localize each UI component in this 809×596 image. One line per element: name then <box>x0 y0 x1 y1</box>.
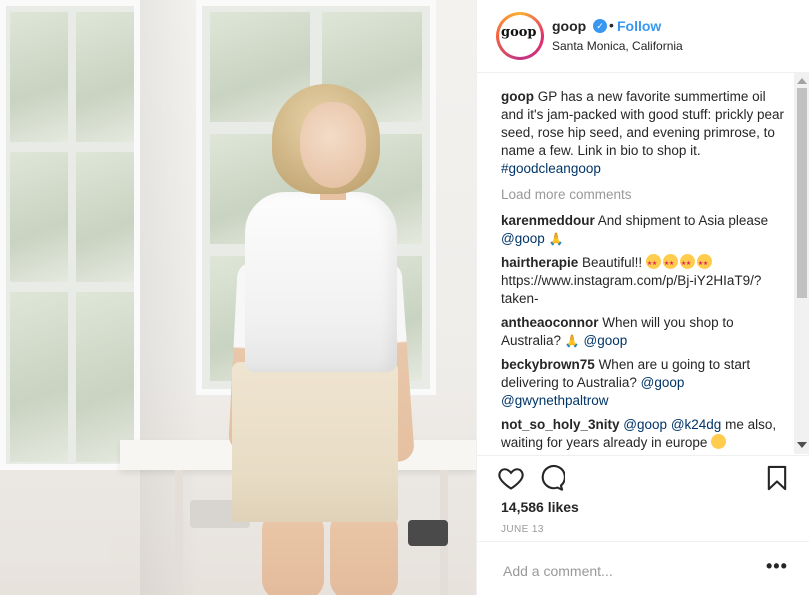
comment-icon[interactable] <box>537 464 565 492</box>
comment-item: not_so_holy_3nity @goop @k24dg me also, … <box>501 416 786 452</box>
load-more-comments-button[interactable]: Load more comments <box>501 186 786 204</box>
add-comment-section: ••• <box>477 541 809 596</box>
comment-item: karenmeddour And shipment to Asia please… <box>501 212 786 248</box>
post-photo[interactable] <box>0 0 476 595</box>
comment-username[interactable]: karenmeddour <box>501 213 595 228</box>
figure-leg <box>262 510 324 595</box>
crying-emoji <box>711 434 727 449</box>
avatar[interactable]: goop <box>496 12 544 60</box>
praying-hands-emoji: 🙏 <box>564 334 580 348</box>
figure-shorts <box>232 362 398 522</box>
scrollbar-thumb[interactable] <box>797 88 807 298</box>
scroll-down-arrow-icon[interactable] <box>797 442 807 448</box>
star-struck-emoji <box>645 254 661 273</box>
post-date[interactable]: JUNE 13 <box>501 524 544 535</box>
action-bar <box>477 455 809 496</box>
more-options-button[interactable]: ••• <box>766 556 788 577</box>
comment-item: hairtherapie Beautiful!! https://www.ins… <box>501 254 786 308</box>
caption-text: GP has a new favorite summertime oil and… <box>501 89 784 158</box>
comment-mention[interactable]: @gwynethpaltrow <box>501 393 609 408</box>
star-struck-emoji <box>679 254 695 273</box>
comment-mention[interactable]: @goop <box>641 375 685 390</box>
scroll-up-arrow-icon[interactable] <box>797 78 807 84</box>
comments-list[interactable]: goop GP has a new favorite summertime oi… <box>501 88 786 453</box>
star-struck-emoji <box>696 254 712 273</box>
comment-mention[interactable]: @goop <box>501 231 545 246</box>
table-leg <box>175 470 183 595</box>
comment-mention[interactable]: @goop <box>584 333 628 348</box>
username-link[interactable]: goop <box>552 18 586 34</box>
comment-mention[interactable]: @k24dg <box>671 417 722 432</box>
comments-scrollbar[interactable] <box>794 72 809 454</box>
comment-item: antheaoconnor When will you shop to Aust… <box>501 314 786 350</box>
figure-shirt <box>245 192 397 372</box>
caption-username[interactable]: goop <box>501 89 534 104</box>
comment-username[interactable]: beckybrown75 <box>501 357 595 372</box>
comment-text: And shipment to Asia please <box>597 213 769 228</box>
caption: goop GP has a new favorite summertime oi… <box>501 88 786 178</box>
comment-item: beckybrown75 When are u going to start d… <box>501 356 786 410</box>
follow-button[interactable]: Follow <box>617 18 661 34</box>
background-chair <box>408 520 448 546</box>
instagram-post: goop goop ✓ • Follow Santa Monica, Calif… <box>0 0 809 595</box>
heart-icon[interactable] <box>497 464 525 492</box>
post-header: goop goop ✓ • Follow Santa Monica, Calif… <box>477 0 809 73</box>
separator-dot: • <box>609 17 614 33</box>
figure-leg <box>330 510 398 595</box>
background-window-left <box>0 0 140 470</box>
comment-url-text: https://www.instagram.com/p/Bj-iY2HIaT9/… <box>501 273 762 306</box>
comment-username[interactable]: hairtherapie <box>501 255 578 270</box>
comment-username[interactable]: antheaoconnor <box>501 315 599 330</box>
add-comment-input[interactable] <box>501 560 745 582</box>
comment-mention[interactable]: @goop <box>623 417 667 432</box>
post-side-panel: goop goop ✓ • Follow Santa Monica, Calif… <box>476 0 809 595</box>
verified-badge-icon: ✓ <box>593 19 607 33</box>
praying-hands-emoji: 🙏 <box>548 232 564 246</box>
comment-username[interactable]: not_so_holy_3nity <box>501 417 620 432</box>
bookmark-icon[interactable] <box>763 464 791 492</box>
avatar-logo: goop <box>501 17 537 49</box>
figure-face <box>300 102 366 188</box>
caption-hashtag[interactable]: #goodcleangoop <box>501 161 601 176</box>
comment-text: Beautiful!! <box>582 255 643 270</box>
likes-count[interactable]: 14,586 likes <box>501 499 579 515</box>
location-link[interactable]: Santa Monica, California <box>552 39 683 53</box>
background-stool <box>0 535 110 565</box>
star-struck-emoji <box>662 254 678 273</box>
